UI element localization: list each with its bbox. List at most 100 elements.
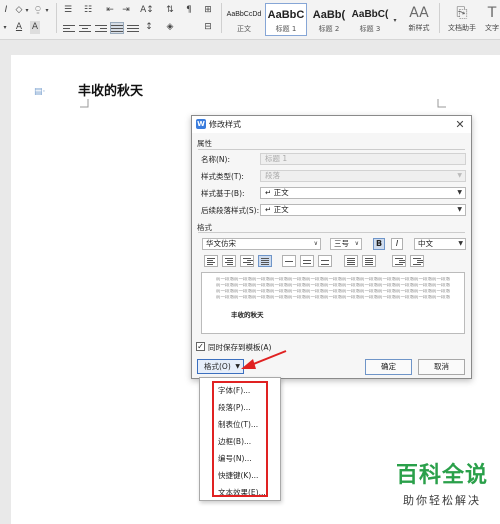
separator bbox=[221, 3, 222, 33]
text-effects-dropdown-icon[interactable]: ▾ bbox=[24, 4, 30, 17]
preview-text-line: 前一段落前一段落前一段落前一段落前一段落前一段落前一段落前一段落前一段落前一段落… bbox=[216, 295, 450, 300]
wps-app-icon: W bbox=[196, 119, 206, 129]
crop-mark-left bbox=[80, 99, 89, 108]
ribbon-toolbar: I ◇ ▾ ⍜ ▾ ▾ A A ☰ ☷ ⇤ ⇥ A↕ ⇅ ¶ ⊞ ↕ ◈ ⊟ A… bbox=[0, 0, 500, 40]
style-preview: 前一段落前一段落前一段落前一段落前一段落前一段落前一段落前一段落前一段落前一段落… bbox=[201, 272, 465, 334]
font-size-select[interactable]: 三号 ∨ bbox=[330, 238, 362, 250]
bullet-list-icon[interactable]: ☰ bbox=[62, 4, 74, 17]
preview-text-line: 前一段落前一段落前一段落前一段落前一段落前一段落前一段落前一段落前一段落前一段落… bbox=[216, 283, 450, 288]
justify-button[interactable] bbox=[258, 255, 272, 267]
menu-item-font[interactable]: 字体(F)... bbox=[218, 385, 250, 396]
text-tools-button[interactable]: T 文字 bbox=[484, 3, 500, 36]
align-center-icon[interactable] bbox=[79, 23, 91, 33]
increase-indent-icon[interactable]: ⇥ bbox=[120, 4, 132, 17]
name-field[interactable]: 标题 1 bbox=[260, 153, 466, 165]
menu-item-tabs[interactable]: 制表位(T)... bbox=[218, 419, 258, 430]
style-name: 正文 bbox=[237, 25, 251, 33]
separator bbox=[56, 3, 57, 33]
document-heading[interactable]: 丰收的秋天 bbox=[78, 80, 143, 99]
crop-mark-right bbox=[437, 99, 446, 108]
preview-heading: 丰收的秋天 bbox=[231, 311, 264, 319]
align-right-icon[interactable] bbox=[95, 23, 107, 33]
cancel-button[interactable]: 取消 bbox=[418, 359, 465, 375]
italic-icon[interactable]: I bbox=[2, 4, 10, 17]
preview-text-line: 前一段落前一段落前一段落前一段落前一段落前一段落前一段落前一段落前一段落前一段落… bbox=[216, 289, 450, 294]
font-size-value: 三号 bbox=[334, 239, 349, 248]
bold-button[interactable]: B bbox=[373, 238, 385, 250]
space-before-button[interactable] bbox=[344, 255, 358, 267]
justify-icon[interactable] bbox=[110, 22, 124, 34]
new-style-button[interactable]: AA 新样式 bbox=[402, 3, 436, 36]
italic-button[interactable]: I bbox=[391, 238, 403, 250]
script-value: 中文 bbox=[418, 239, 433, 248]
gallery-more-icon[interactable]: ▾ bbox=[392, 14, 398, 27]
style-type-label: 样式类型(T): bbox=[201, 172, 244, 181]
font-color-dropdown-icon[interactable]: ▾ bbox=[2, 21, 8, 34]
dropdown-arrow-icon: ▼ bbox=[457, 189, 462, 196]
preview-text-line: 前一段落前一段落前一段落前一段落前一段落前一段落前一段落前一段落前一段落前一段落… bbox=[216, 277, 450, 282]
modify-style-dialog: W 修改样式 ✕ 属性 名称(N): 标题 1 样式类型(T): 段落 ▼ 样式… bbox=[191, 115, 472, 379]
heading-marker-icon: ▤· bbox=[34, 87, 46, 97]
style-sample: AaBbCcDd bbox=[226, 11, 262, 18]
dialog-titlebar[interactable]: W 修改样式 ✕ bbox=[192, 116, 471, 133]
space-after-button[interactable] bbox=[362, 255, 376, 267]
format-menu-button[interactable]: 格式(O) ▼ bbox=[197, 359, 244, 374]
distributed-icon[interactable] bbox=[127, 23, 139, 33]
align-left-button[interactable] bbox=[204, 255, 218, 267]
line-spacing-onehalf-button[interactable] bbox=[300, 255, 314, 267]
sort-icon[interactable]: ⇅ bbox=[164, 4, 176, 17]
style-normal[interactable]: AaBbCcDd 正文 bbox=[225, 3, 263, 36]
highlight-icon[interactable]: ⍜ bbox=[32, 4, 44, 17]
char-shading-icon[interactable]: A bbox=[30, 21, 40, 34]
shading-icon[interactable]: ◈ bbox=[164, 21, 176, 34]
based-on-value: ↵ 正文 bbox=[265, 188, 289, 197]
dialog-title: 修改样式 bbox=[209, 120, 241, 129]
show-marks-icon[interactable]: ¶ bbox=[184, 4, 194, 17]
border-dropdown-icon[interactable]: ⊟ bbox=[202, 21, 214, 34]
line-spacing-double-button[interactable] bbox=[318, 255, 332, 267]
style-name: 标题 1 bbox=[275, 25, 297, 33]
decrease-indent-icon[interactable]: ⇤ bbox=[104, 4, 116, 17]
style-heading-2[interactable]: AaBb( 标题 2 bbox=[309, 3, 349, 36]
menu-item-text-effects[interactable]: 文本效果(E)... bbox=[218, 487, 266, 498]
properties-group-title: 属性 bbox=[197, 139, 212, 148]
chinese-layout-icon[interactable]: A↕ bbox=[140, 4, 154, 17]
doc-assistant-button[interactable]: ⎘ 文档助手 bbox=[442, 3, 482, 36]
name-label: 名称(N): bbox=[201, 155, 230, 164]
line-spacing-icon[interactable]: ↕ bbox=[143, 21, 155, 34]
new-style-icon: AA bbox=[409, 5, 429, 21]
font-color-icon[interactable]: A bbox=[14, 21, 24, 34]
menu-item-paragraph[interactable]: 段落(P)... bbox=[218, 402, 251, 413]
align-left-icon[interactable] bbox=[63, 23, 75, 33]
dropdown-arrow-icon: ∨ bbox=[354, 240, 359, 247]
style-sample: AaBb( bbox=[312, 9, 346, 21]
caret-down-icon: ▼ bbox=[235, 363, 240, 370]
decrease-indent-button[interactable] bbox=[392, 255, 406, 267]
borders-icon[interactable]: ⊞ bbox=[202, 4, 214, 17]
close-icon[interactable]: ✕ bbox=[453, 116, 467, 133]
align-center-button[interactable] bbox=[222, 255, 236, 267]
increase-indent-button[interactable] bbox=[410, 255, 424, 267]
dropdown-arrow-icon: ∨ bbox=[313, 240, 318, 247]
menu-item-borders[interactable]: 边框(B)... bbox=[218, 436, 251, 447]
following-style-select[interactable]: ↵ 正文 ▼ bbox=[260, 204, 466, 216]
style-name: 标题 3 bbox=[359, 25, 381, 33]
script-select[interactable]: 中文 ▼ bbox=[414, 238, 466, 250]
align-right-button[interactable] bbox=[240, 255, 254, 267]
style-type-value: 段落 bbox=[265, 171, 280, 180]
checkbox-checked-icon[interactable]: ✓ bbox=[196, 342, 205, 351]
based-on-select[interactable]: ↵ 正文 ▼ bbox=[260, 187, 466, 199]
ok-button[interactable]: 确定 bbox=[365, 359, 412, 375]
menu-item-numbering[interactable]: 编号(N)... bbox=[218, 453, 252, 464]
menu-item-shortcut[interactable]: 快捷键(K)... bbox=[218, 470, 258, 481]
highlight-dropdown-icon[interactable]: ▾ bbox=[44, 4, 50, 17]
style-heading-3[interactable]: AaBbC( 标题 3 bbox=[350, 3, 390, 36]
style-type-select[interactable]: 段落 ▼ bbox=[260, 170, 466, 182]
text-effects-icon[interactable]: ◇ bbox=[14, 4, 24, 17]
style-heading-1[interactable]: AaBbC 标题 1 bbox=[265, 3, 307, 36]
numbered-list-icon[interactable]: ☷ bbox=[82, 4, 94, 17]
doc-assistant-icon: ⎘ bbox=[456, 5, 468, 21]
line-spacing-single-button[interactable] bbox=[282, 255, 296, 267]
font-select[interactable]: 华文仿宋 ∨ bbox=[202, 238, 321, 250]
watermark: 百科全说 助你轻松解决 bbox=[396, 463, 488, 508]
